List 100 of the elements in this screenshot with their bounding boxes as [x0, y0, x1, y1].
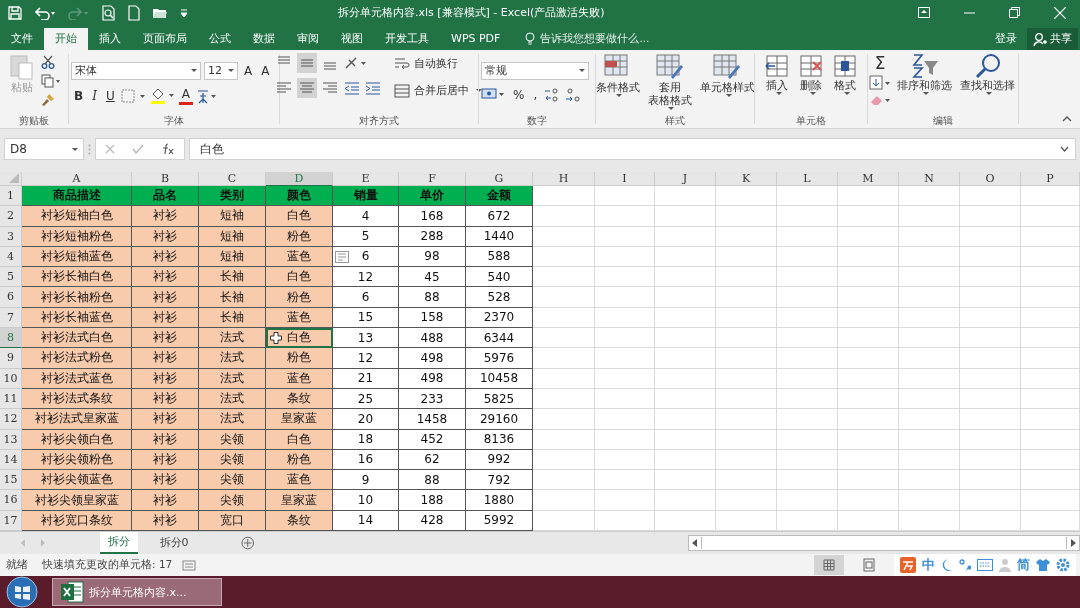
column-header[interactable]: C [199, 171, 266, 186]
copy-icon[interactable] [41, 73, 61, 88]
name-box[interactable]: D8 [4, 138, 84, 161]
style-button[interactable]: 套用 表格格式 [645, 52, 694, 110]
row-header[interactable]: 5 [0, 267, 22, 288]
column-header[interactable]: A [22, 171, 132, 186]
column-header[interactable]: L [777, 171, 838, 186]
print-preview-icon[interactable] [102, 4, 116, 21]
row-header[interactable]: 13 [0, 429, 22, 450]
row-header[interactable]: 8 [0, 328, 22, 349]
column-header[interactable]: I [595, 171, 655, 186]
row-header[interactable]: 16 [0, 490, 22, 511]
ribbon-display-icon[interactable] [918, 7, 930, 19]
center-align-icon[interactable] [297, 77, 317, 98]
ribbon-tab[interactable]: 公式 [198, 27, 242, 50]
row-header[interactable]: 9 [0, 348, 22, 369]
new-file-icon[interactable] [128, 4, 140, 21]
column-header[interactable]: K [716, 171, 777, 186]
font-size-field[interactable]: 12 [204, 61, 238, 80]
taskbar-item[interactable]: 拆分单元格内容.x... [52, 578, 222, 606]
row-header[interactable]: 1 [0, 185, 22, 207]
ribbon-tab[interactable]: 开始 [44, 27, 88, 50]
restore-icon[interactable] [1009, 7, 1020, 19]
ime-logo-icon[interactable] [900, 557, 916, 573]
style-button[interactable]: 单元格样式 [697, 52, 757, 97]
sort-filter-button[interactable]: 排序和筛选 [895, 52, 954, 95]
row-header[interactable]: 17 [0, 510, 22, 531]
cancel-icon[interactable] [104, 144, 115, 155]
column-header[interactable]: O [960, 171, 1021, 186]
column-header[interactable]: M [838, 171, 899, 186]
ribbon-tab[interactable]: 开发工具 [374, 27, 440, 50]
comma-button[interactable]: , [530, 84, 541, 105]
phonetic-icon[interactable] [195, 87, 218, 104]
share-button[interactable]: 共享 [1027, 27, 1078, 50]
keyboard-icon[interactable] [977, 559, 993, 571]
undo-icon[interactable] [34, 5, 56, 20]
underline-button[interactable]: U [102, 85, 118, 106]
decrease-decimal-icon[interactable] [564, 86, 583, 103]
minimize-icon[interactable] [964, 11, 975, 14]
format-painter-icon[interactable] [41, 92, 55, 107]
percent-button[interactable]: % [510, 84, 528, 105]
middle-align-icon[interactable] [297, 52, 317, 73]
increase-font-button[interactable]: A [241, 60, 256, 81]
moon-icon[interactable] [941, 558, 953, 572]
row-header[interactable]: 12 [0, 409, 22, 430]
formula-field[interactable]: 白色 [189, 138, 1076, 161]
font-color-button[interactable]: A [178, 86, 193, 105]
autosum-button[interactable]: Σ [869, 52, 891, 73]
save-icon[interactable] [8, 5, 22, 20]
input-method-toolbar[interactable]: 中 简 [894, 554, 1076, 576]
close-icon[interactable] [1054, 6, 1066, 19]
add-sheet-icon[interactable] [240, 536, 255, 550]
ribbon-tab[interactable]: 页面布局 [132, 27, 198, 50]
customize-icon[interactable] [180, 7, 188, 18]
collapse-ribbon-icon[interactable] [1062, 116, 1072, 123]
number-format-field[interactable]: 常规 [481, 61, 589, 80]
shirt-icon[interactable] [1036, 559, 1050, 571]
style-button[interactable]: 条件格式 [593, 52, 642, 97]
ribbon-tab[interactable]: 审阅 [286, 27, 330, 50]
macro-icon[interactable] [182, 559, 197, 571]
find-select-button[interactable]: 查找和选择 [958, 52, 1017, 95]
cells-button[interactable]: 插入 [762, 52, 792, 95]
row-header[interactable]: 11 [0, 388, 22, 410]
row-header[interactable]: 4 [0, 246, 22, 268]
column-header[interactable]: N [899, 171, 960, 186]
flash-fill-options-icon[interactable] [335, 250, 349, 263]
column-header[interactable]: D [266, 171, 333, 186]
row-header[interactable]: 3 [0, 226, 22, 247]
column-header[interactable]: E [333, 171, 399, 186]
font-name-field[interactable]: 宋体 [71, 61, 201, 80]
column-header[interactable]: P [1021, 171, 1080, 186]
column-header[interactable]: F [399, 171, 466, 186]
cells-button[interactable]: 格式 [830, 52, 860, 95]
decrease-font-button[interactable]: A [258, 60, 273, 81]
ribbon-tab[interactable]: 插入 [88, 27, 132, 50]
row-header[interactable]: 14 [0, 449, 22, 471]
settings-icon[interactable] [1056, 558, 1070, 572]
sheet-tab[interactable]: 拆分0 [151, 533, 197, 553]
ribbon-tab[interactable]: WPS PDF [440, 27, 512, 50]
wrap-text-button[interactable]: 自动换行 [392, 52, 484, 75]
function-icon[interactable] [161, 143, 176, 156]
row-header[interactable]: 6 [0, 287, 22, 308]
check-icon[interactable] [132, 144, 144, 155]
column-header[interactable]: G [466, 171, 533, 186]
ribbon-tab[interactable]: 视图 [330, 27, 374, 50]
sheet-tab[interactable]: 拆分 [99, 532, 138, 554]
fill-down-icon[interactable] [869, 74, 891, 91]
bold-button[interactable]: B [71, 85, 87, 106]
horizontal-scrollbar[interactable] [688, 535, 1080, 551]
row-header[interactable]: 2 [0, 206, 22, 227]
row-header[interactable]: 10 [0, 368, 22, 389]
column-header[interactable]: H [533, 171, 595, 186]
italic-button[interactable]: I [89, 85, 100, 106]
cells-button[interactable]: 删除 [796, 52, 826, 95]
column-header[interactable]: B [132, 171, 199, 186]
normal-view-icon[interactable] [814, 555, 844, 575]
ribbon-tab[interactable]: 文件 [0, 27, 44, 50]
login-link[interactable]: 登录 [995, 27, 1017, 50]
redo-icon[interactable] [68, 5, 90, 20]
ribbon-tab[interactable]: 数据 [242, 27, 286, 50]
